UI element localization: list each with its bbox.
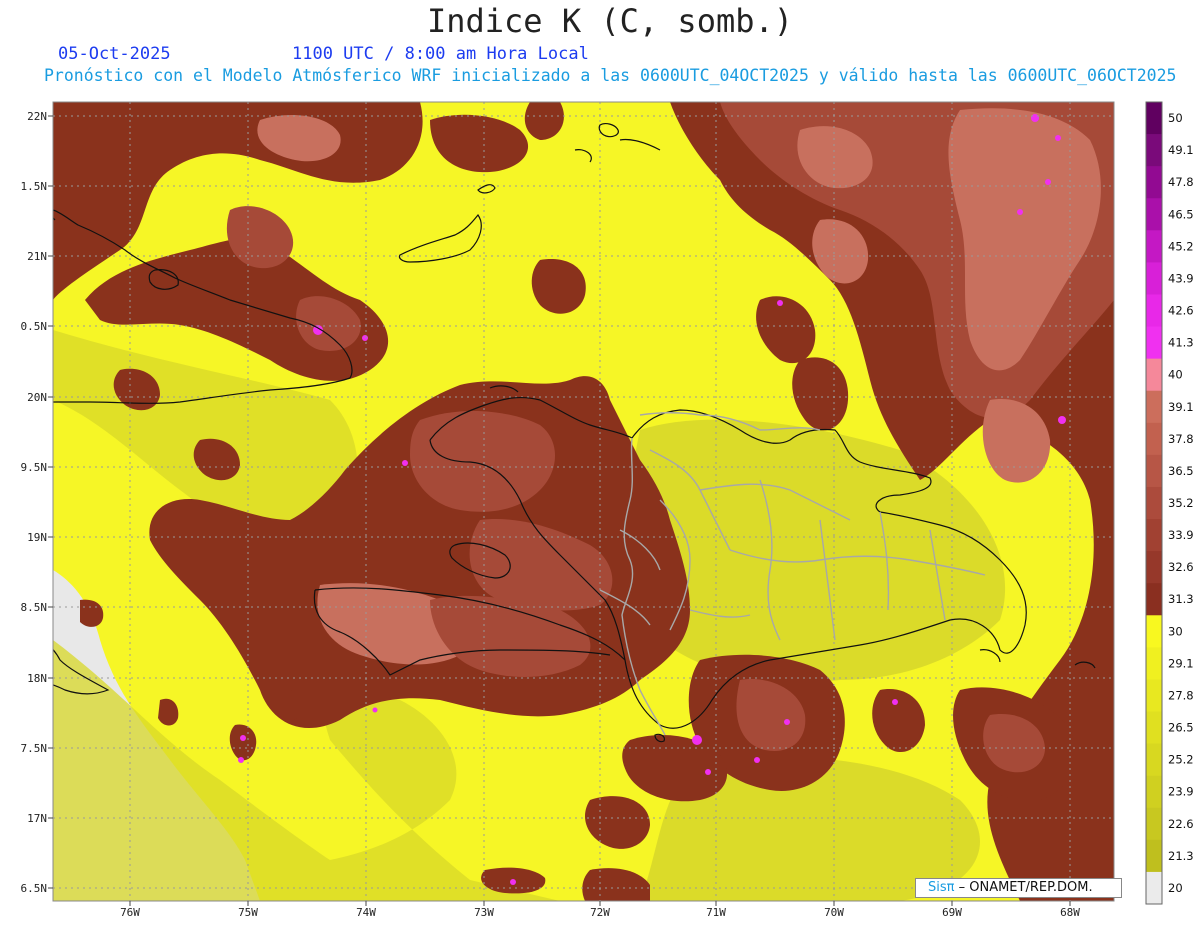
colorbar-label: 29.1 [1168,656,1194,670]
colorbar-swatch [1146,519,1162,552]
colorbar-swatch [1146,294,1162,328]
colorbar-label: 42.6 [1168,304,1194,318]
latitude-label: 1.5N [21,180,48,193]
colorbar-swatch [1146,615,1162,648]
colorbar-label: 45.2 [1168,239,1194,253]
colorbar-label: 37.8 [1168,432,1194,446]
colorbar-swatch [1146,134,1162,167]
latitude-label: 17N [27,812,47,825]
k-index-map: 22N 1.5N 21N 0.5N 20N 9.5N 19N 8.5N 18N 7.5N 17N 6.… [21,101,1194,919]
colorbar-swatch [1146,390,1162,424]
colorbar-swatch [1146,262,1162,295]
latitude-label: 19N [27,531,47,544]
latitude-label: 22N [27,110,47,123]
colorbar-swatch [1146,326,1162,360]
latitude-labels: 22N 1.5N 21N 0.5N 20N 9.5N 19N 8.5N 18N 7.5N 17N 6.… [21,110,53,895]
colorbar-label: 31.3 [1168,592,1194,606]
colorbar-swatch [1146,358,1162,392]
colorbar-swatch [1146,743,1162,777]
colorbar-swatch [1146,198,1162,231]
longitude-label: 75W [238,906,258,919]
colorbar-label: 41.3 [1168,336,1194,350]
longitude-labels: 76W 75W 74W 73W 72W 71W 70W 69W 68W [120,901,1080,919]
colorbar-label: 30 [1168,624,1183,638]
colorbar-swatch [1146,230,1162,263]
latitude-label: 21N [27,250,47,263]
longitude-label: 76W [120,906,140,919]
longitude-label: 71W [706,906,726,919]
colorbar-label: 23.9 [1168,785,1194,799]
colorbar-swatch [1146,583,1162,616]
credit-box: Sisπ – ONAMET/REP.DOM. [915,878,1122,898]
colorbar-label: 40 [1168,368,1183,382]
colorbar-label: 27.8 [1168,688,1194,702]
colorbar-label: 36.5 [1168,464,1194,478]
longitude-label: 68W [1060,906,1080,919]
colorbar-label: 46.5 [1168,207,1194,221]
latitude-label: 0.5N [21,320,48,333]
latitude-label: 9.5N [21,461,48,474]
colorbar-label: 39.1 [1168,400,1194,414]
sispi-brand: Sisπ [928,880,955,895]
longitude-label: 74W [356,906,376,919]
latitude-label: 7.5N [21,742,48,755]
colorbar-label: 35.2 [1168,496,1194,510]
colorbar-label: 49.1 [1168,143,1194,157]
colorbar-label: 26.5 [1168,721,1194,735]
colorbar-label: 25.2 [1168,753,1194,767]
colorbar-swatch [1146,454,1162,488]
colorbar: 50 49.1 47.8 46.5 45.2 43.9 42.6 41.3 40 39.1 37.8… [1145,101,1194,905]
longitude-label: 73W [474,906,494,919]
colorbar-label: 50 [1168,111,1183,125]
colorbar-swatch [1146,839,1162,873]
colorbar-label: 43.9 [1168,271,1194,285]
colorbar-swatch [1146,551,1162,584]
colorbar-swatch [1146,871,1162,905]
colorbar-label: 22.6 [1168,817,1194,831]
colorbar-label: 32.6 [1168,560,1194,574]
longitude-label: 70W [824,906,844,919]
colorbar-swatch [1146,486,1162,520]
credit-text: – ONAMET/REP.DOM. [954,880,1093,895]
latitude-label: 6.5N [21,882,48,895]
colorbar-swatch [1146,422,1162,456]
colorbar-swatch [1146,166,1162,199]
longitude-label: 69W [942,906,962,919]
longitude-label: 72W [590,906,610,919]
colorbar-swatch [1146,679,1162,713]
colorbar-swatch [1146,647,1162,680]
colorbar-swatch [1146,711,1162,745]
colorbar-label: 20 [1168,881,1183,895]
colorbar-swatch [1146,807,1162,841]
latitude-label: 8.5N [21,601,48,614]
latitude-label: 20N [27,391,47,404]
latitude-label: 18N [27,672,47,685]
colorbar-label: 33.9 [1168,528,1194,542]
colorbar-label: 21.3 [1168,849,1194,863]
colorbar-swatch [1146,775,1162,809]
colorbar-swatch [1146,102,1162,135]
colorbar-label: 47.8 [1168,175,1194,189]
